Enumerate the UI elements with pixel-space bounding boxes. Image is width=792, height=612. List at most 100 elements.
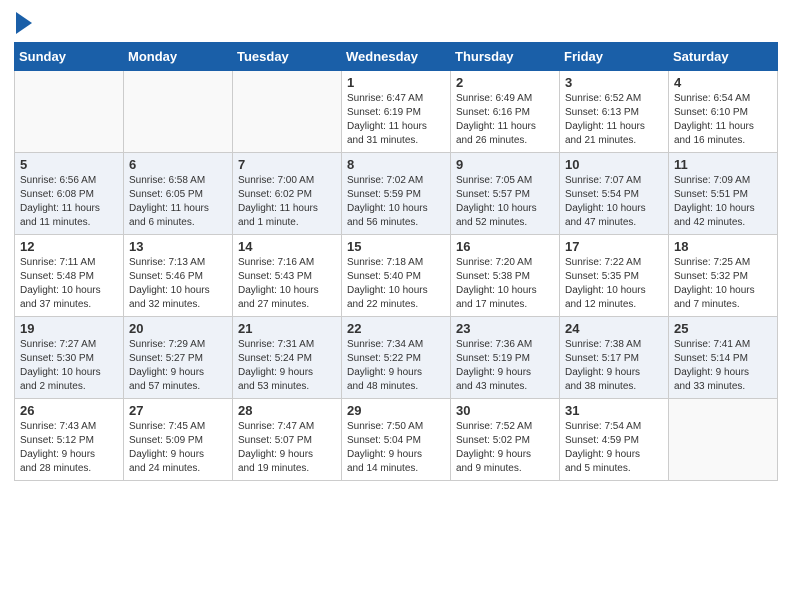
day-info: Sunrise: 7:43 AM Sunset: 5:12 PM Dayligh… (20, 420, 118, 476)
day-number: 6 (129, 157, 227, 172)
day-info: Sunrise: 7:50 AM Sunset: 5:04 PM Dayligh… (347, 420, 445, 476)
day-number: 22 (347, 321, 445, 336)
day-cell-3: 3 Sunrise: 6:52 AM Sunset: 6:13 PM Daylig… (560, 71, 669, 153)
day-info: Sunrise: 7:31 AM Sunset: 5:24 PM Dayligh… (238, 338, 336, 394)
day-info: Sunrise: 7:29 AM Sunset: 5:27 PM Dayligh… (129, 338, 227, 394)
day-number: 23 (456, 321, 554, 336)
day-cell-7: 7 Sunrise: 7:00 AM Sunset: 6:02 PM Daylig… (233, 153, 342, 235)
day-info: Sunrise: 7:05 AM Sunset: 5:57 PM Dayligh… (456, 174, 554, 230)
day-number: 24 (565, 321, 663, 336)
day-info: Sunrise: 7:38 AM Sunset: 5:17 PM Dayligh… (565, 338, 663, 394)
empty-cell (233, 71, 342, 153)
day-number: 17 (565, 239, 663, 254)
day-info: Sunrise: 6:54 AM Sunset: 6:10 PM Dayligh… (674, 92, 772, 148)
day-cell-2: 2 Sunrise: 6:49 AM Sunset: 6:16 PM Daylig… (451, 71, 560, 153)
day-info: Sunrise: 7:52 AM Sunset: 5:02 PM Dayligh… (456, 420, 554, 476)
header-wednesday: Wednesday (342, 43, 451, 71)
calendar-header-row: SundayMondayTuesdayWednesdayThursdayFrid… (15, 43, 778, 71)
day-cell-10: 10 Sunrise: 7:07 AM Sunset: 5:54 PM Dayli… (560, 153, 669, 235)
day-number: 1 (347, 75, 445, 90)
day-cell-27: 27Sunrise: 7:45 AM Sunset: 5:09 PM Dayli… (124, 399, 233, 481)
day-cell-29: 29 Sunrise: 7:50 AM Sunset: 5:04 PM Dayli… (342, 399, 451, 481)
day-number: 8 (347, 157, 445, 172)
day-number: 16 (456, 239, 554, 254)
day-cell-13: 13 Sunrise: 7:13 AM Sunset: 5:46 PM Dayli… (124, 235, 233, 317)
day-number: 18 (674, 239, 772, 254)
day-cell-8: 8 Sunrise: 7:02 AM Sunset: 5:59 PM Daylig… (342, 153, 451, 235)
day-info: Sunrise: 7:20 AM Sunset: 5:38 PM Dayligh… (456, 256, 554, 312)
header-tuesday: Tuesday (233, 43, 342, 71)
day-cell-24: 24 Sunrise: 7:38 AM Sunset: 5:17 PM Dayli… (560, 317, 669, 399)
day-number: 31 (565, 403, 663, 418)
day-cell-28: 28 Sunrise: 7:47 AM Sunset: 5:07 PM Dayli… (233, 399, 342, 481)
day-info: Sunrise: 7:09 AM Sunset: 5:51 PM Dayligh… (674, 174, 772, 230)
week-row-4: 19Sunrise: 7:27 AM Sunset: 5:30 PM Dayli… (15, 317, 778, 399)
empty-cell (669, 399, 778, 481)
day-number: 30 (456, 403, 554, 418)
logo (14, 10, 32, 34)
day-info: Sunrise: 6:52 AM Sunset: 6:13 PM Dayligh… (565, 92, 663, 148)
day-cell-14: 14 Sunrise: 7:16 AM Sunset: 5:43 PM Dayli… (233, 235, 342, 317)
day-number: 3 (565, 75, 663, 90)
day-cell-20: 20Sunrise: 7:29 AM Sunset: 5:27 PM Dayli… (124, 317, 233, 399)
day-info: Sunrise: 7:54 AM Sunset: 4:59 PM Dayligh… (565, 420, 663, 476)
day-info: Sunrise: 7:45 AM Sunset: 5:09 PM Dayligh… (129, 420, 227, 476)
day-cell-18: 18Sunrise: 7:25 AM Sunset: 5:32 PM Dayli… (669, 235, 778, 317)
day-cell-5: 5Sunrise: 6:56 AM Sunset: 6:08 PM Daylig… (15, 153, 124, 235)
day-number: 29 (347, 403, 445, 418)
day-info: Sunrise: 7:41 AM Sunset: 5:14 PM Dayligh… (674, 338, 772, 394)
day-cell-26: 26 Sunrise: 7:43 AM Sunset: 5:12 PM Dayli… (15, 399, 124, 481)
page: SundayMondayTuesdayWednesdayThursdayFrid… (0, 0, 792, 612)
day-info: Sunrise: 7:36 AM Sunset: 5:19 PM Dayligh… (456, 338, 554, 394)
day-number: 14 (238, 239, 336, 254)
day-cell-9: 9 Sunrise: 7:05 AM Sunset: 5:57 PM Daylig… (451, 153, 560, 235)
day-number: 25 (674, 321, 772, 336)
day-number: 13 (129, 239, 227, 254)
day-cell-15: 15 Sunrise: 7:18 AM Sunset: 5:40 PM Dayli… (342, 235, 451, 317)
empty-cell (15, 71, 124, 153)
day-info: Sunrise: 7:22 AM Sunset: 5:35 PM Dayligh… (565, 256, 663, 312)
day-cell-30: 30 Sunrise: 7:52 AM Sunset: 5:02 PM Dayli… (451, 399, 560, 481)
day-number: 28 (238, 403, 336, 418)
day-info: Sunrise: 7:00 AM Sunset: 6:02 PM Dayligh… (238, 174, 336, 230)
day-info: Sunrise: 6:47 AM Sunset: 6:19 PM Dayligh… (347, 92, 445, 148)
day-cell-19: 19Sunrise: 7:27 AM Sunset: 5:30 PM Dayli… (15, 317, 124, 399)
day-info: Sunrise: 7:11 AM Sunset: 5:48 PM Dayligh… (20, 256, 118, 312)
day-number: 12 (20, 239, 118, 254)
day-number: 10 (565, 157, 663, 172)
week-row-3: 12 Sunrise: 7:11 AM Sunset: 5:48 PM Dayli… (15, 235, 778, 317)
day-number: 4 (674, 75, 772, 90)
day-cell-21: 21Sunrise: 7:31 AM Sunset: 5:24 PM Dayli… (233, 317, 342, 399)
day-number: 15 (347, 239, 445, 254)
day-info: Sunrise: 6:49 AM Sunset: 6:16 PM Dayligh… (456, 92, 554, 148)
day-cell-23: 23 Sunrise: 7:36 AM Sunset: 5:19 PM Dayli… (451, 317, 560, 399)
header-friday: Friday (560, 43, 669, 71)
header-monday: Monday (124, 43, 233, 71)
day-cell-16: 16 Sunrise: 7:20 AM Sunset: 5:38 PM Dayli… (451, 235, 560, 317)
day-cell-17: 17 Sunrise: 7:22 AM Sunset: 5:35 PM Dayli… (560, 235, 669, 317)
header (14, 10, 778, 34)
header-sunday: Sunday (15, 43, 124, 71)
day-number: 26 (20, 403, 118, 418)
day-info: Sunrise: 7:02 AM Sunset: 5:59 PM Dayligh… (347, 174, 445, 230)
week-row-1: 1 Sunrise: 6:47 AM Sunset: 6:19 PM Daylig… (15, 71, 778, 153)
logo-arrow-icon (16, 12, 32, 34)
day-number: 2 (456, 75, 554, 90)
day-info: Sunrise: 7:34 AM Sunset: 5:22 PM Dayligh… (347, 338, 445, 394)
day-info: Sunrise: 7:07 AM Sunset: 5:54 PM Dayligh… (565, 174, 663, 230)
day-number: 7 (238, 157, 336, 172)
header-thursday: Thursday (451, 43, 560, 71)
day-number: 11 (674, 157, 772, 172)
day-info: Sunrise: 7:13 AM Sunset: 5:46 PM Dayligh… (129, 256, 227, 312)
day-number: 9 (456, 157, 554, 172)
day-info: Sunrise: 7:27 AM Sunset: 5:30 PM Dayligh… (20, 338, 118, 394)
week-row-5: 26 Sunrise: 7:43 AM Sunset: 5:12 PM Dayli… (15, 399, 778, 481)
day-info: Sunrise: 7:47 AM Sunset: 5:07 PM Dayligh… (238, 420, 336, 476)
day-cell-12: 12 Sunrise: 7:11 AM Sunset: 5:48 PM Dayli… (15, 235, 124, 317)
empty-cell (124, 71, 233, 153)
day-info: Sunrise: 6:58 AM Sunset: 6:05 PM Dayligh… (129, 174, 227, 230)
day-info: Sunrise: 7:16 AM Sunset: 5:43 PM Dayligh… (238, 256, 336, 312)
day-cell-4: 4 Sunrise: 6:54 AM Sunset: 6:10 PM Daylig… (669, 71, 778, 153)
day-cell-31: 31 Sunrise: 7:54 AM Sunset: 4:59 PM Dayli… (560, 399, 669, 481)
day-info: Sunrise: 7:18 AM Sunset: 5:40 PM Dayligh… (347, 256, 445, 312)
